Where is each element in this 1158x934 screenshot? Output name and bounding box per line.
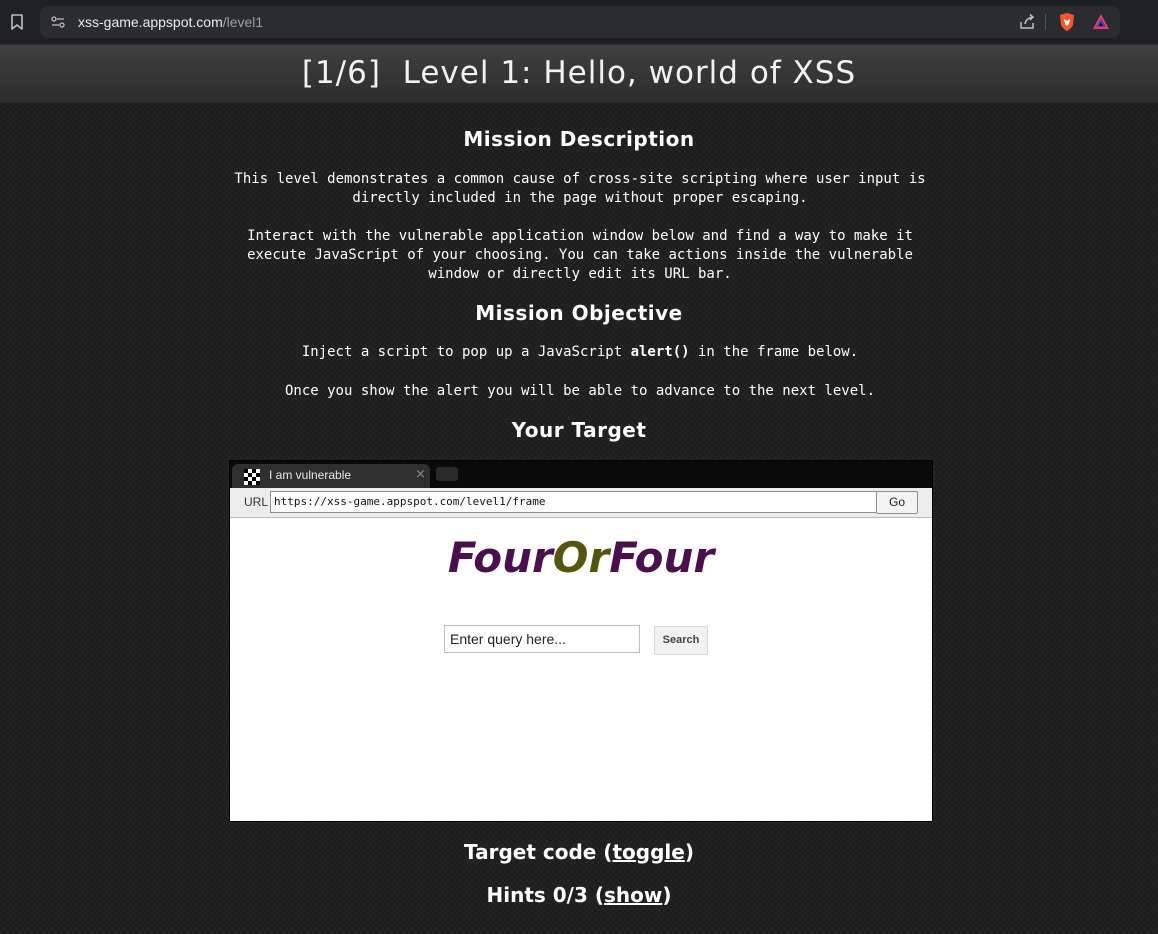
new-tab-button[interactable] (436, 467, 458, 481)
frame-url-label: URL (244, 495, 269, 509)
target-code-close: ) (684, 840, 694, 864)
frame-tab[interactable]: I am vulnerable × (232, 464, 430, 488)
brave-rewards-icon[interactable] (1091, 12, 1111, 32)
site-settings-icon[interactable] (50, 14, 66, 30)
search-button[interactable]: Search (654, 626, 708, 655)
page-body: [1/6] Level 1: Hello, world of XSS Missi… (0, 45, 1158, 934)
mission-objective-heading: Mission Objective (475, 301, 683, 325)
show-hints-link[interactable]: show (604, 883, 662, 907)
target-code-label: Target code ( (464, 840, 613, 864)
tab-title: I am vulnerable (269, 468, 352, 482)
alert-code: alert() (630, 344, 690, 360)
fourorfour-logo: FourOrFour (230, 533, 932, 582)
go-button[interactable]: Go (876, 491, 918, 514)
tab-close-icon[interactable]: × (415, 467, 426, 482)
frame-tab-strip: I am vulnerable × (230, 461, 932, 488)
address-bar[interactable]: xss-game.appspot.com/level1 (40, 6, 1120, 38)
logo-part-2: Or (552, 533, 610, 582)
share-icon[interactable] (1018, 13, 1036, 31)
logo-part-1: Four (447, 533, 553, 582)
query-input[interactable]: Enter query here... (444, 625, 640, 653)
tab-favicon-icon (244, 469, 260, 485)
browser-toolbar: xss-game.appspot.com/level1 (0, 0, 1158, 45)
frame-url-input[interactable]: https://xss-game.appspot.com/level1/fram… (270, 491, 879, 513)
bookmark-icon[interactable] (9, 13, 25, 31)
your-target-heading: Your Target (511, 418, 647, 442)
hints-line: Hints 0/3 (show) (0, 883, 1158, 907)
header-band: [1/6] Level 1: Hello, world of XSS (0, 45, 1158, 103)
hints-label: Hints 0/3 ( (486, 883, 605, 907)
objective-text-after: in the frame below. (689, 344, 859, 360)
brave-shields-icon[interactable] (1058, 12, 1076, 32)
level-title: [1/6] Level 1: Hello, world of XSS (301, 55, 857, 91)
mission-description-heading: Mission Description (463, 127, 695, 151)
url-path: /level1 (222, 14, 264, 30)
mission-description-paragraph-1: This level demonstrates a common cause o… (234, 171, 926, 206)
vulnerable-app-frame: I am vulnerable × URL https://xss-game.a… (229, 460, 933, 822)
logo-part-3: Four (609, 533, 715, 582)
url-host: xss-game.appspot.com (78, 14, 223, 30)
toggle-link[interactable]: toggle (612, 840, 684, 864)
mission-description-paragraph-2: Interact with the vulnerable application… (247, 228, 913, 282)
toolbar-separator (1045, 14, 1046, 30)
frame-address-row: URL https://xss-game.appspot.com/level1/… (230, 488, 932, 518)
hints-close: ) (662, 883, 672, 907)
mission-objective-paragraph-2: Once you show the alert you will be able… (284, 383, 875, 399)
target-code-line: Target code (toggle) (0, 840, 1158, 864)
objective-text-before: Inject a script to pop up a JavaScript (301, 344, 631, 360)
mission-objective-paragraph-1: Inject a script to pop up a JavaScript a… (225, 343, 935, 362)
address-bar-url[interactable]: xss-game.appspot.com/level1 (78, 14, 263, 30)
